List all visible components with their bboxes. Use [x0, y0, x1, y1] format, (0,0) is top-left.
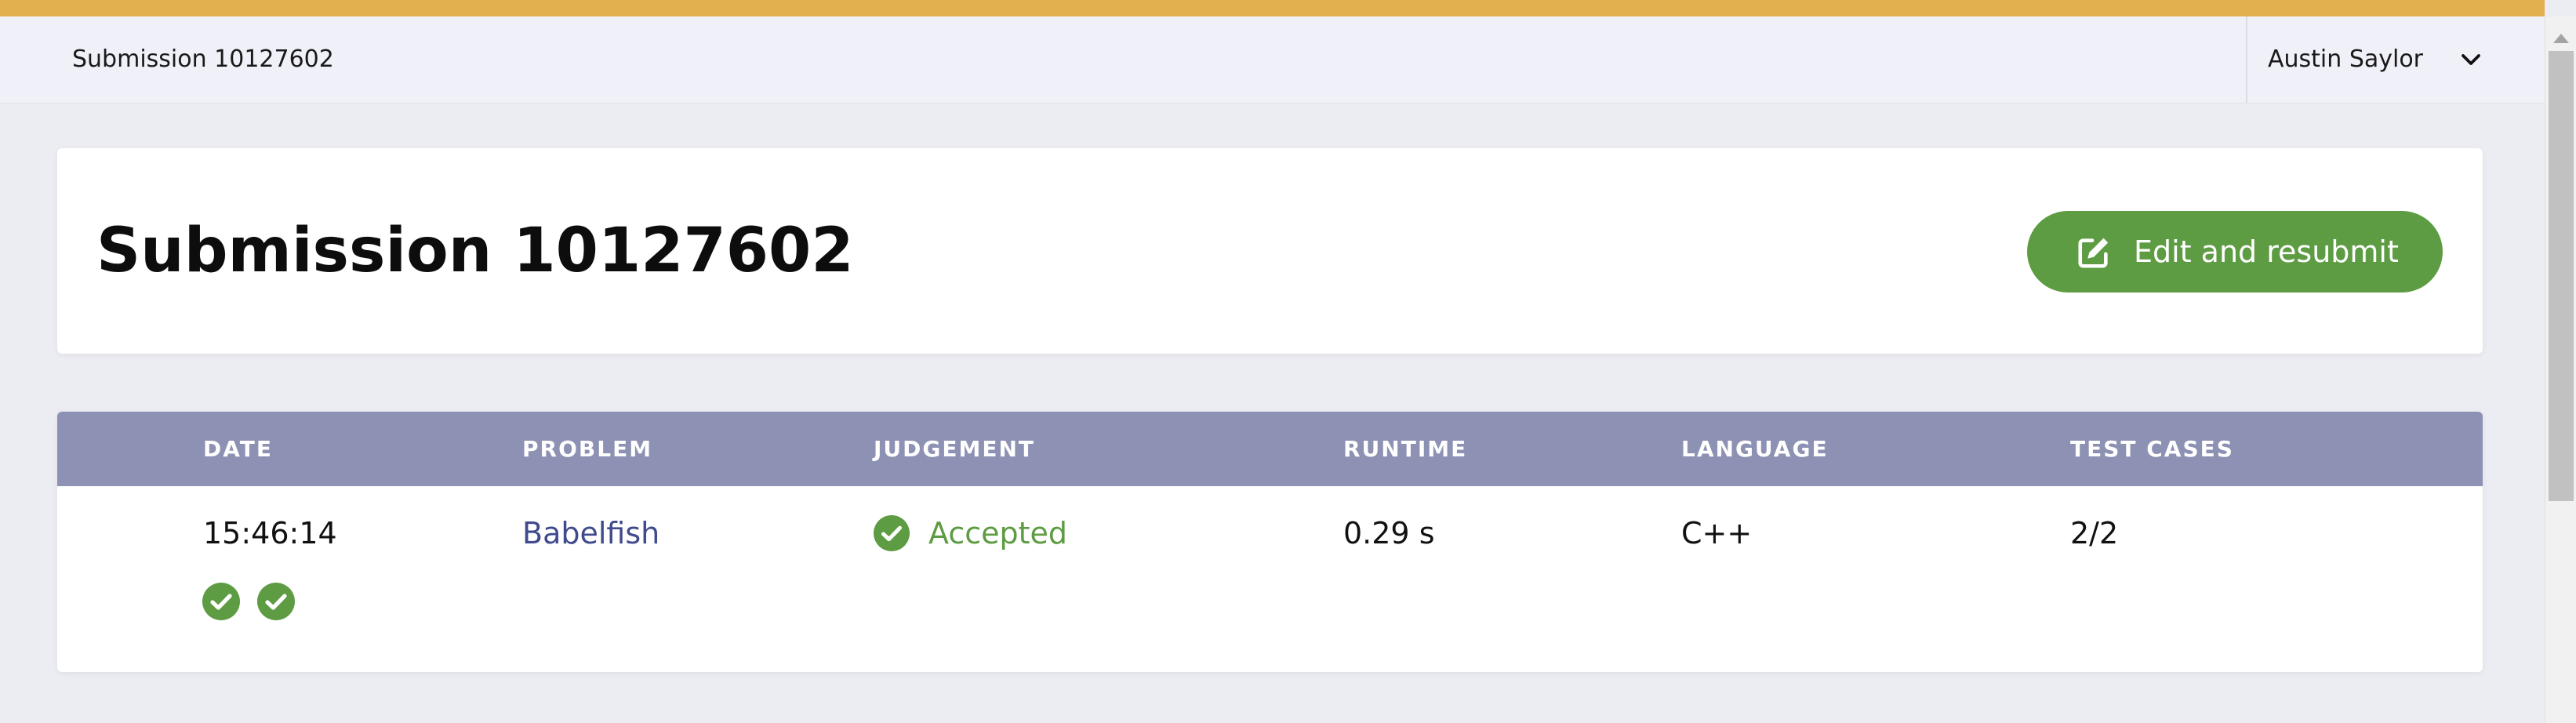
judgement-status: Accepted	[928, 516, 1068, 550]
accent-strip	[0, 0, 2545, 16]
check-circle-icon	[874, 515, 910, 551]
problem-link[interactable]: Babelfish	[522, 510, 659, 557]
cell-date: 15:46:14	[203, 516, 337, 550]
column-header-judgement: JUDGEMENT	[874, 436, 1036, 462]
resubmit-label: Edit and resubmit	[2134, 234, 2399, 269]
submission-table: DATE PROBLEM JUDGEMENT RUNTIME LANGUAGE …	[57, 412, 2483, 672]
column-header-test-cases: TEST CASES	[2070, 436, 2234, 462]
column-header-language: LANGUAGE	[1681, 436, 1829, 462]
edit-and-resubmit-button[interactable]: Edit and resubmit	[2027, 211, 2443, 292]
breadcrumb-title: Submission 10127602	[72, 45, 334, 73]
cell-test-cases: 2/2	[2070, 516, 2119, 550]
column-header-problem: PROBLEM	[522, 436, 653, 462]
cell-judgement: Accepted	[874, 510, 1109, 557]
table-header: DATE PROBLEM JUDGEMENT RUNTIME LANGUAGE …	[57, 412, 2483, 486]
submission-header-card: Submission 10127602 Edit and resubmit	[57, 148, 2483, 354]
chevron-down-icon	[2462, 54, 2480, 65]
page: Submission 10127602 Austin Saylor Submis…	[0, 0, 2576, 723]
top-bar: Submission 10127602 Austin Saylor	[0, 16, 2545, 104]
vertical-scrollbar[interactable]	[2545, 16, 2576, 723]
page-title: Submission 10127602	[96, 216, 854, 286]
column-header-date: DATE	[203, 436, 273, 462]
scroll-up-arrow[interactable]	[2553, 34, 2569, 43]
column-header-runtime: RUNTIME	[1343, 436, 1468, 462]
test-case-1-check-icon[interactable]	[202, 583, 240, 620]
user-name: Austin Saylor	[2268, 45, 2424, 73]
edit-icon	[2078, 238, 2109, 268]
test-case-2-check-icon[interactable]	[257, 583, 295, 620]
cell-runtime: 0.29 s	[1343, 516, 1435, 550]
user-menu[interactable]: Austin Saylor	[2246, 16, 2545, 103]
cell-language: C++	[1681, 516, 1753, 550]
scroll-thumb[interactable]	[2549, 51, 2574, 501]
